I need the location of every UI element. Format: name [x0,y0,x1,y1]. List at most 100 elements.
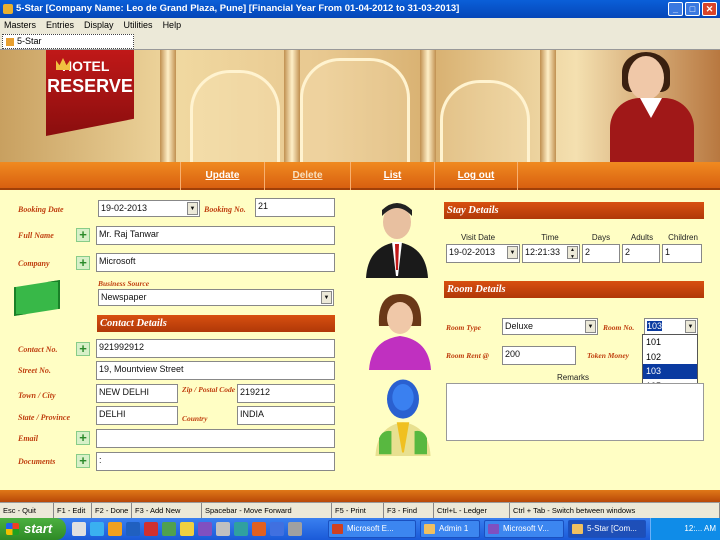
booking-date-field[interactable]: 19-02-2013 ▼ [98,200,200,217]
menu-masters[interactable]: Masters [4,18,36,32]
logout-button[interactable]: Log out [434,162,518,190]
status-bar: Esc - Quit F1 - Edit F2 - Done F3 - Add … [0,502,720,518]
status-switch: Ctrl + Tab - Switch between windows [510,503,720,518]
start-button[interactable]: start [0,518,66,540]
quicklaunch-icon[interactable] [126,522,140,536]
time-field[interactable]: 12:21:33 ▲ ▼ [522,244,580,263]
full-name-label: Full Name [18,231,54,240]
children-field[interactable]: 1 [662,244,702,263]
banner-pillar [284,50,300,162]
quicklaunch-icon[interactable] [144,522,158,536]
quicklaunch-icon[interactable] [198,522,212,536]
menu-bar: Masters Entries Display Utilities Help [0,18,720,32]
adults-header: Adults [630,233,654,242]
quicklaunch-icon[interactable] [252,522,266,536]
add-document-button[interactable]: + [76,454,90,468]
documents-field[interactable]: : [96,452,335,471]
room-rent-field[interactable]: 200 [502,346,576,365]
windows-icon [6,523,19,535]
street-no-field[interactable]: 19, Mountview Street [96,361,335,380]
contact-no-field[interactable]: 921992912 [96,339,335,358]
document-tab-label: 5-Star [17,36,42,46]
banner-pillar [540,50,556,162]
chevron-down-icon[interactable]: ▼ [585,320,596,333]
remarks-field[interactable] [446,383,704,441]
taskbar-item[interactable]: Microsoft E... [328,520,416,538]
document-tab-bar: 5-Star [0,32,720,50]
woman-icon [369,294,431,370]
email-label: Email [18,434,39,443]
booking-no-field[interactable]: 21 [255,198,335,217]
time-header: Time [541,233,559,242]
menu-display[interactable]: Display [84,18,114,32]
town-city-field[interactable]: NEW DELHI [96,384,178,403]
menu-utilities[interactable]: Utilities [124,18,153,32]
update-button[interactable]: Update [180,162,264,190]
taskbar: start Microsoft E... Admin 1 Microsoft V… [0,518,720,540]
status-ledger: Ctrl+L - Ledger [434,503,510,518]
full-name-field[interactable]: Mr. Raj Tanwar [96,226,335,245]
email-field[interactable] [96,429,335,448]
menu-entries[interactable]: Entries [46,18,74,32]
documents-label: Documents [18,457,56,466]
chevron-down-icon[interactable]: ▼ [187,202,198,215]
clock[interactable]: 12:... AM [684,524,716,533]
days-header: Days [591,233,611,242]
zip-field[interactable]: 219212 [237,384,335,403]
country-field[interactable]: INDIA [237,406,335,425]
title-bar: 5-Star [Company Name: Leo de Grand Plaza… [0,0,720,18]
company-field[interactable]: Microsoft [96,253,335,272]
chevron-down-icon[interactable]: ▼ [321,291,332,304]
quicklaunch-icon[interactable] [72,522,86,536]
visit-date-field[interactable]: 19-02-2013 ▼ [446,244,520,263]
room-details-header: Room Details [444,281,704,298]
room-option[interactable]: 102 [643,350,697,365]
spinner-icon[interactable]: ▲ ▼ [567,246,578,260]
quicklaunch-icon[interactable] [180,522,194,536]
delete-button[interactable]: Delete [264,162,350,190]
add-contact-button[interactable]: + [76,342,90,356]
taskbar-item[interactable]: Microsoft V... [484,520,564,538]
add-company-button[interactable]: + [76,256,90,270]
adults-field[interactable]: 2 [622,244,660,263]
quicklaunch-icon[interactable] [162,522,176,536]
form-footer-strip [0,490,720,502]
room-no-select[interactable]: 103 ▼ [644,318,698,335]
businessman-icon [366,203,428,278]
add-name-button[interactable]: + [76,228,90,242]
business-source-select[interactable]: Newspaper ▼ [98,289,334,306]
menu-help[interactable]: Help [163,18,182,32]
add-email-button[interactable]: + [76,431,90,445]
room-type-label: Room Type [446,323,481,332]
status-f3: F3 - Add New [132,503,202,518]
quicklaunch-icon[interactable] [90,522,104,536]
children-header: Children [668,233,698,242]
quicklaunch-icon[interactable] [270,522,284,536]
logo-line2: RESERVE [47,76,133,96]
business-source-label: Business Source [98,279,150,288]
user-icon [375,379,431,456]
maximize-button[interactable]: □ [685,2,700,16]
taskbar-item[interactable]: Admin 1 [420,520,480,538]
state-field[interactable]: DELHI [96,406,178,425]
taskbar-item-active[interactable]: 5-Star [Com... [568,520,646,538]
contact-no-label: Contact No. [18,345,58,354]
quicklaunch-icon[interactable] [216,522,230,536]
quicklaunch-icon[interactable] [234,522,248,536]
list-button[interactable]: List [350,162,434,190]
days-field[interactable]: 2 [582,244,620,263]
quicklaunch-icon[interactable] [108,522,122,536]
minimize-button[interactable]: _ [668,2,683,16]
chevron-down-icon[interactable]: ▼ [507,246,518,259]
room-option[interactable]: 101 [643,335,697,350]
document-tab[interactable]: 5-Star [2,34,134,49]
room-option[interactable]: 103 [643,364,697,379]
quicklaunch-icon[interactable] [288,522,302,536]
visit-date-header: Visit Date [460,233,496,242]
chevron-down-icon[interactable]: ▼ [685,320,696,333]
country-label: Country [182,414,208,423]
room-type-select[interactable]: Deluxe ▼ [502,318,598,335]
zip-label: Zip / Postal Code [182,385,236,394]
close-button[interactable]: ✕ [702,2,717,16]
banner-arch [300,58,410,162]
